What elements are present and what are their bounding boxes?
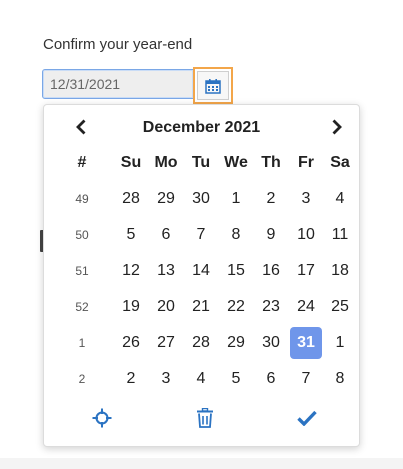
day-cell[interactable]: 11 xyxy=(324,219,356,251)
day-cell[interactable]: 29 xyxy=(220,327,252,359)
calendar-icon xyxy=(205,78,221,94)
week-number: 2 xyxy=(78,372,86,386)
week-number: 51 xyxy=(75,264,89,278)
day-cell[interactable]: 10 xyxy=(290,219,322,251)
day-cell[interactable]: 20 xyxy=(150,291,182,323)
weekday-header: Fr xyxy=(298,154,314,171)
week-number: 49 xyxy=(75,192,89,206)
day-cell[interactable]: 21 xyxy=(185,291,217,323)
trash-icon xyxy=(197,408,213,428)
next-month-button[interactable] xyxy=(325,115,349,139)
day-cell[interactable]: 24 xyxy=(290,291,322,323)
day-cell[interactable]: 18 xyxy=(324,255,356,287)
day-cell[interactable]: 16 xyxy=(255,255,287,287)
weekday-header: Su xyxy=(120,154,142,171)
date-input[interactable] xyxy=(42,69,194,99)
day-cell[interactable]: 1 xyxy=(324,327,356,359)
crosshairs-icon xyxy=(92,408,112,428)
day-cell[interactable]: 12 xyxy=(115,255,147,287)
day-cell[interactable]: 6 xyxy=(150,219,182,251)
weekday-header: Sa xyxy=(330,154,350,171)
day-cell[interactable]: 23 xyxy=(255,291,287,323)
day-cell[interactable]: 26 xyxy=(115,327,147,359)
weekday-header: Tu xyxy=(191,154,211,171)
day-cell[interactable]: 30 xyxy=(185,183,217,215)
day-cell[interactable]: 5 xyxy=(220,363,252,395)
today-button[interactable] xyxy=(89,405,115,431)
week-number: 1 xyxy=(78,336,86,350)
day-cell[interactable]: 29 xyxy=(150,183,182,215)
field-label: Confirm your year-end xyxy=(43,36,193,53)
week-number: 50 xyxy=(75,228,89,242)
day-cell[interactable]: 22 xyxy=(220,291,252,323)
day-cell[interactable]: 7 xyxy=(185,219,217,251)
day-cell[interactable]: 3 xyxy=(290,183,322,215)
day-cell[interactable]: 14 xyxy=(185,255,217,287)
day-cell[interactable]: 28 xyxy=(185,327,217,359)
day-cell[interactable]: 30 xyxy=(255,327,287,359)
day-cell[interactable]: 4 xyxy=(185,363,217,395)
day-cell[interactable]: 19 xyxy=(115,291,147,323)
clear-button[interactable] xyxy=(192,405,218,431)
day-cell[interactable]: 7 xyxy=(290,363,322,395)
day-cell[interactable]: 5 xyxy=(115,219,147,251)
day-cell[interactable]: 2 xyxy=(255,183,287,215)
day-cell[interactable]: 1 xyxy=(220,183,252,215)
week-number: 52 xyxy=(75,300,89,314)
calendar-toggle-button[interactable] xyxy=(193,67,233,104)
day-cell[interactable]: 4 xyxy=(324,183,356,215)
day-cell[interactable]: 13 xyxy=(150,255,182,287)
day-cell[interactable]: 6 xyxy=(255,363,287,395)
weekday-header: Mo xyxy=(154,154,178,171)
day-cell[interactable]: 27 xyxy=(150,327,182,359)
day-cell[interactable]: 2 xyxy=(115,363,147,395)
confirm-button[interactable] xyxy=(294,405,320,431)
week-number-header: # xyxy=(77,154,87,171)
day-cell[interactable]: 3 xyxy=(150,363,182,395)
day-cell[interactable]: 15 xyxy=(220,255,252,287)
day-cell[interactable]: 8 xyxy=(220,219,252,251)
day-cell[interactable]: 9 xyxy=(255,219,287,251)
datepicker-popup: December 2021 # Su Mo Tu We Th Fr Sa 49 28 29 30 1 2 3… xyxy=(43,104,360,447)
day-cell[interactable]: 25 xyxy=(324,291,356,323)
page-bottom-strip xyxy=(0,458,403,469)
weekday-header: Th xyxy=(261,154,281,171)
day-cell[interactable]: 17 xyxy=(290,255,322,287)
check-icon xyxy=(297,410,317,426)
day-cell[interactable]: 8 xyxy=(324,363,356,395)
weekday-header: We xyxy=(224,154,248,171)
day-cell[interactable]: 28 xyxy=(115,183,147,215)
day-cell-selected[interactable]: 31 xyxy=(290,327,322,359)
month-title: December 2021 xyxy=(142,119,261,136)
chevron-right-icon xyxy=(332,119,342,135)
